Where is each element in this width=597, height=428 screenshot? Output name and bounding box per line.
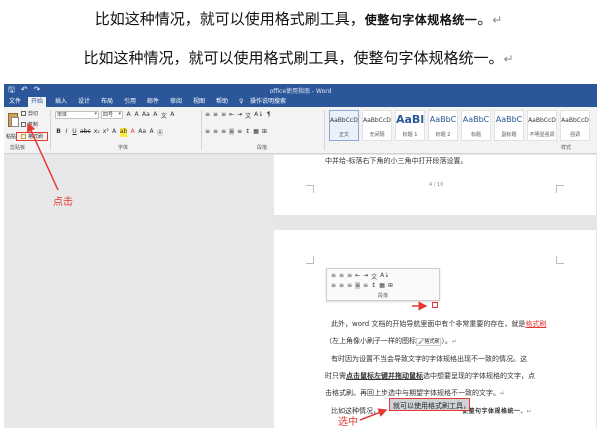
select-arrow: [359, 408, 388, 421]
annotation-arrows: [27, 122, 428, 421]
click-annotation: 点击: [53, 197, 73, 208]
click-arrow: [27, 122, 59, 191]
select-annotation: 选中: [338, 417, 358, 428]
